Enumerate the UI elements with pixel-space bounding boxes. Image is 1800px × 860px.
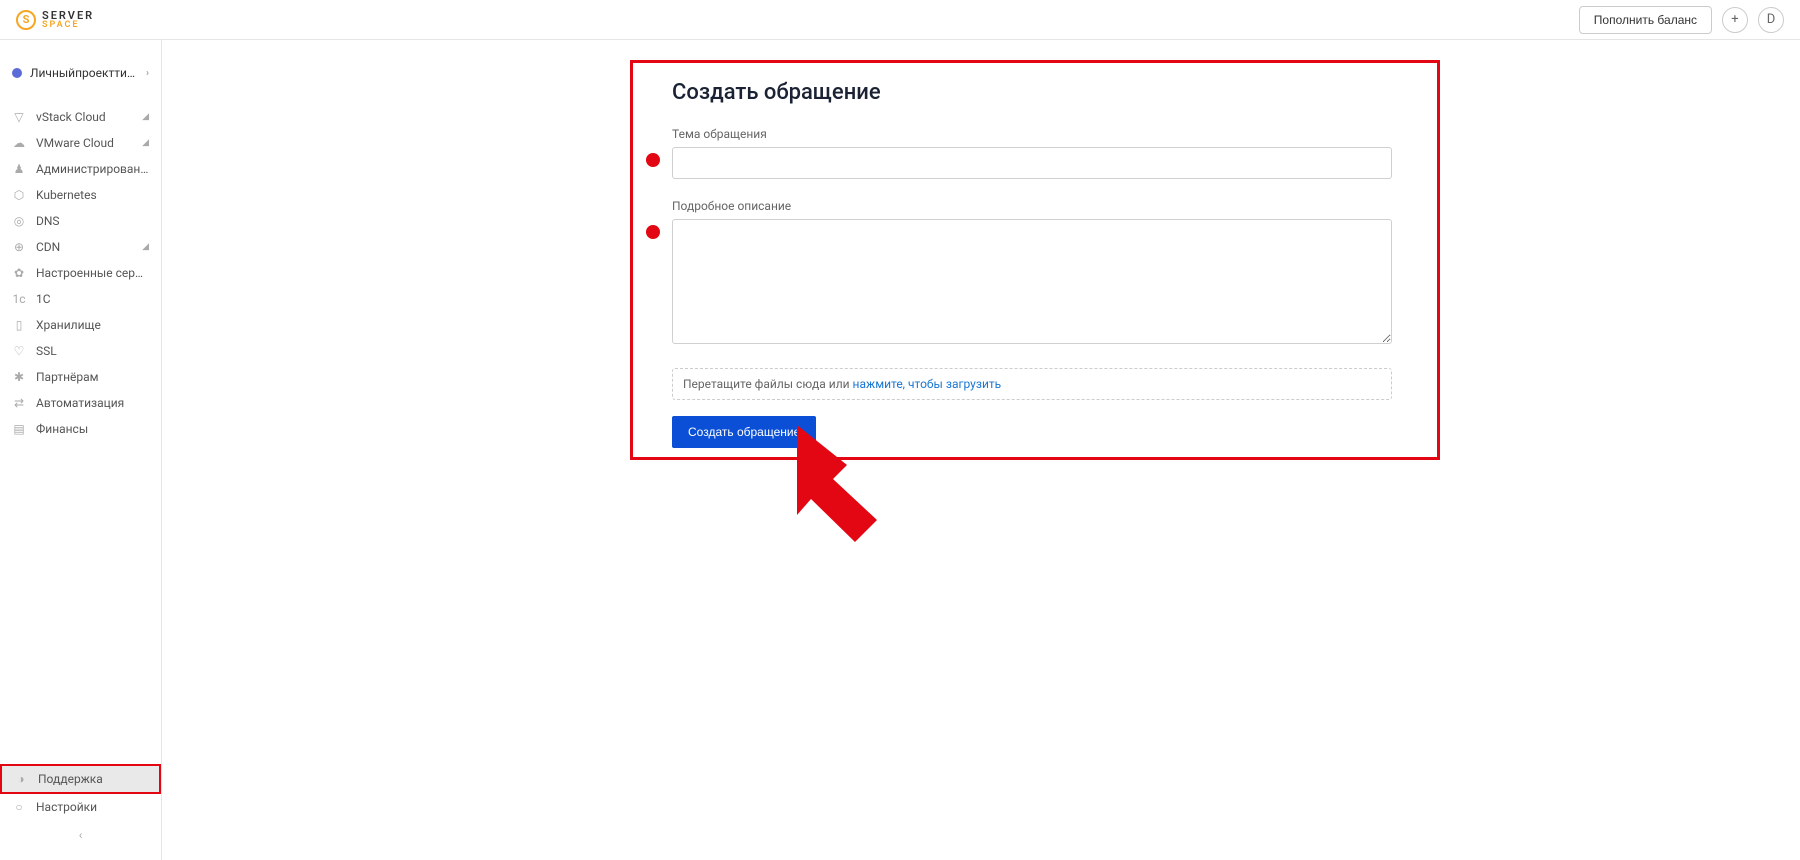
logo-text: SERVER SPACE [42,10,94,30]
project-selector[interactable]: Личныйпроекттипот… › [0,60,161,86]
avatar[interactable]: D [1758,7,1784,33]
sidebar-item-label: DNS [36,214,149,228]
sidebar-item-support[interactable]: ◑ Поддержка [0,764,161,794]
header: S SERVER SPACE Пополнить баланс + D [0,0,1800,40]
sidebar-item-storage[interactable]: ▯ Хранилище [0,312,161,338]
dns-icon: ◎ [12,214,26,228]
add-button[interactable]: + [1722,7,1748,33]
subject-field-row: Тема обращения [672,127,1392,179]
sidebar-item-kubernetes[interactable]: ⬡ Kubernetes [0,182,161,208]
sidebar-item-label: vStack Cloud [36,110,132,124]
annotation-marker-icon [646,225,660,239]
chevron-left-icon: ‹ [79,828,83,842]
settings-icon: ○ [12,800,26,814]
main-content: Создать обращение Тема обращения Подробн… [162,40,1800,860]
subject-input[interactable] [672,147,1392,179]
sidebar-item-vmware-cloud[interactable]: ☁ VMware Cloud ◢ [0,130,161,156]
description-textarea[interactable] [672,219,1392,344]
server-icon: ✿ [12,266,26,280]
sidebar-item-label: Хранилище [36,318,149,332]
create-ticket-button[interactable]: Создать обращение [672,416,816,448]
create-ticket-form: Создать обращение Тема обращения Подробн… [672,80,1392,448]
cloud-icon: ☁ [12,136,26,150]
logo-text-bottom: SPACE [42,21,94,30]
sidebar-item-ssl[interactable]: ♡ SSL [0,338,161,364]
nav-list-bottom: ◑ Поддержка ○ Настройки [0,764,161,820]
chevron-right-icon: › [146,68,149,79]
chevron-down-icon: ◢ [142,242,149,252]
kubernetes-icon: ⬡ [12,188,26,202]
partners-icon: ✱ [12,370,26,384]
chevron-down-icon: ◢ [142,112,149,122]
storage-icon: ▯ [12,318,26,332]
project-name: Личныйпроекттипот… [30,66,138,80]
sidebar-item-label: Поддержка [38,772,147,786]
vstack-icon: ▽ [12,110,26,124]
finance-icon: ▤ [12,422,26,436]
sidebar-item-settings[interactable]: ○ Настройки [0,794,161,820]
sidebar-item-finance[interactable]: ▤ Финансы [0,416,161,442]
sidebar-item-label: VMware Cloud [36,136,132,150]
sidebar-item-1c[interactable]: 1c 1C [0,286,161,312]
description-field-row: Подробное описание [672,199,1392,348]
file-upload-zone[interactable]: Перетащите файлы сюда или нажмите, чтобы… [672,368,1392,400]
logo-text-top: SERVER [42,10,94,21]
sidebar-item-label: 1C [36,292,149,306]
upload-text-prefix: Перетащите файлы сюда или [683,377,853,391]
description-label: Подробное описание [672,199,1392,213]
sidebar-item-label: Автоматизация [36,396,149,410]
annotation-marker-icon [646,153,660,167]
sidebar-item-preconfigured-servers[interactable]: ✿ Настроенные серверы [0,260,161,286]
ssl-icon: ♡ [12,344,26,358]
onec-icon: 1c [12,292,26,306]
collapse-sidebar-toggle[interactable]: ‹ [0,820,161,850]
cdn-icon: ⊕ [12,240,26,254]
automation-icon: ⇄ [12,396,26,410]
upload-link[interactable]: нажмите, чтобы загрузить [853,377,1002,391]
sidebar-item-label: Партнёрам [36,370,149,384]
sidebar: Личныйпроекттипот… › ▽ vStack Cloud ◢ ☁ … [0,40,162,860]
project-dot-icon [12,68,22,78]
logo[interactable]: S SERVER SPACE [16,10,94,30]
top-up-balance-button[interactable]: Пополнить баланс [1579,6,1712,34]
sidebar-item-cdn[interactable]: ⊕ CDN ◢ [0,234,161,260]
sidebar-item-label: Kubernetes [36,188,149,202]
sidebar-item-administration[interactable]: ♟ Администрирование [0,156,161,182]
nav-list-main: ▽ vStack Cloud ◢ ☁ VMware Cloud ◢ ♟ Адми… [0,104,161,442]
sidebar-item-label: Администрирование [36,162,149,176]
sidebar-item-label: CDN [36,240,132,254]
header-right: Пополнить баланс + D [1579,6,1784,34]
logo-icon: S [16,10,36,30]
sidebar-item-label: Настройки [36,800,149,814]
sidebar-item-label: Настроенные серверы [36,266,149,280]
sidebar-item-dns[interactable]: ◎ DNS [0,208,161,234]
sidebar-item-automation[interactable]: ⇄ Автоматизация [0,390,161,416]
sidebar-item-label: Финансы [36,422,149,436]
subject-label: Тема обращения [672,127,1392,141]
page-title: Создать обращение [672,80,1392,105]
sidebar-item-label: SSL [36,344,149,358]
admin-icon: ♟ [12,162,26,176]
support-icon: ◑ [14,772,28,786]
sidebar-item-partners[interactable]: ✱ Партнёрам [0,364,161,390]
sidebar-item-vstack-cloud[interactable]: ▽ vStack Cloud ◢ [0,104,161,130]
chevron-down-icon: ◢ [142,138,149,148]
